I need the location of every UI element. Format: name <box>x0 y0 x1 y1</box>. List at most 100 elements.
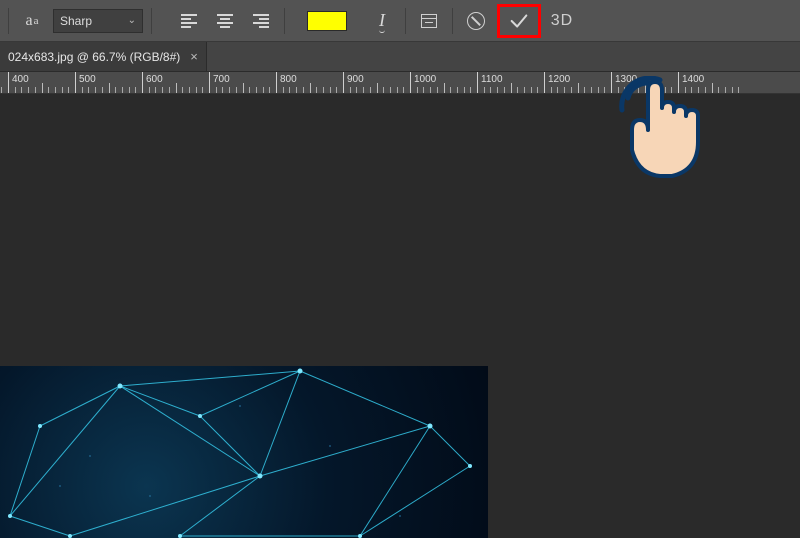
text-color-swatch[interactable] <box>307 11 347 31</box>
ruler-tick-minor <box>430 87 431 93</box>
ruler-tick-label: 400 <box>12 74 29 85</box>
ruler-tick-minor <box>691 87 692 93</box>
ruler-tick-minor <box>115 87 116 93</box>
horizontal-ruler[interactable]: 3004005006007008009001000110012001300140… <box>0 72 800 93</box>
ruler-tick-minor <box>336 87 337 93</box>
chevron-down-icon: ⌄ <box>128 15 136 26</box>
ruler-tick-minor <box>15 87 16 93</box>
ruler-tick-minor <box>450 87 451 93</box>
ruler-tick-minor <box>55 87 56 93</box>
ruler-tick-minor <box>82 87 83 93</box>
ruler-tick-minor <box>249 87 250 93</box>
warp-text-button[interactable]: I <box>367 8 397 34</box>
document-tab-bar: 024x683.jpg @ 66.7% (RGB/8#) × <box>0 42 800 72</box>
ruler-tick-minor <box>651 87 652 93</box>
ruler-tick-mid <box>377 83 378 93</box>
ruler-tick-minor <box>417 87 418 93</box>
ruler-tick-label: 1200 <box>548 74 570 85</box>
3d-button[interactable]: 3D <box>547 8 577 34</box>
ruler-tick-mid <box>310 83 311 93</box>
ruler-tick-minor <box>303 87 304 93</box>
document-tab[interactable]: 024x683.jpg @ 66.7% (RGB/8#) × <box>0 42 207 71</box>
ruler-tick-major <box>209 72 210 93</box>
ruler-tick-minor <box>189 87 190 93</box>
ruler-tick-minor <box>296 87 297 93</box>
ruler-tick-minor <box>531 87 532 93</box>
character-panel-button[interactable] <box>414 8 444 34</box>
align-center-button[interactable] <box>210 8 240 34</box>
ruler-tick-minor <box>88 87 89 93</box>
ruler-tick-minor <box>658 87 659 93</box>
ruler-tick-minor <box>330 87 331 93</box>
ruler-tick-minor <box>222 87 223 93</box>
ruler-tick-minor <box>1 87 2 93</box>
ruler-tick-minor <box>390 87 391 93</box>
ruler-tick-minor <box>229 87 230 93</box>
ruler-tick-mid <box>712 83 713 93</box>
ruler-tick-minor <box>470 87 471 93</box>
ruler-tick-major <box>544 72 545 93</box>
ruler-tick-minor <box>504 87 505 93</box>
warp-text-icon: I <box>379 10 385 31</box>
ruler-tick-minor <box>685 87 686 93</box>
ruler-tick-minor <box>524 87 525 93</box>
ruler-tick-minor <box>725 87 726 93</box>
ruler-tick-minor <box>169 87 170 93</box>
ruler-tick-minor <box>370 87 371 93</box>
ruler-tick-minor <box>62 87 63 93</box>
ruler-tick-major <box>8 72 9 93</box>
ruler-tick-minor <box>236 87 237 93</box>
ruler-tick-minor <box>718 87 719 93</box>
cancel-icon <box>467 12 485 30</box>
ruler-tick-minor <box>122 87 123 93</box>
align-left-button[interactable] <box>174 8 204 34</box>
align-left-icon <box>181 14 197 28</box>
cancel-button[interactable] <box>461 8 491 34</box>
ruler-tick-major <box>477 72 478 93</box>
antialias-select[interactable]: Sharp ⌄ <box>53 9 143 33</box>
ruler-tick-minor <box>256 87 257 93</box>
ruler-tick-label: 700 <box>213 74 230 85</box>
character-panel-icon <box>421 14 437 28</box>
ruler-tick-minor <box>48 87 49 93</box>
ruler-tick-minor <box>457 87 458 93</box>
ruler-tick-major <box>276 72 277 93</box>
ruler-tick-minor <box>323 87 324 93</box>
ruler-tick-label: 800 <box>280 74 297 85</box>
check-icon <box>508 10 530 32</box>
ruler-tick-minor <box>149 87 150 93</box>
ruler-tick-minor <box>591 87 592 93</box>
ruler-tick-label: 1300 <box>615 74 637 85</box>
align-right-button[interactable] <box>246 8 276 34</box>
ruler-tick-minor <box>497 87 498 93</box>
ruler-tick-mid <box>109 83 110 93</box>
ruler-tick-minor <box>557 87 558 93</box>
ruler-tick-minor <box>638 87 639 93</box>
ruler-tick-minor <box>584 87 585 93</box>
text-options-toolbar: aa Sharp ⌄ I <box>0 0 800 42</box>
ruler-tick-mid <box>176 83 177 93</box>
toolbar-divider <box>284 8 285 34</box>
ruler-tick-minor <box>35 87 36 93</box>
ruler-tick-minor <box>618 87 619 93</box>
ruler-tick-minor <box>698 87 699 93</box>
ruler-tick-minor <box>551 87 552 93</box>
ruler-tick-minor <box>517 87 518 93</box>
ruler-tick-minor <box>732 87 733 93</box>
commit-button[interactable] <box>500 7 538 35</box>
ruler-tick-minor <box>135 87 136 93</box>
canvas-area[interactable] <box>0 94 800 538</box>
ruler-tick-minor <box>155 87 156 93</box>
ruler-tick-minor <box>604 87 605 93</box>
ruler-tick-major <box>611 72 612 93</box>
ruler-tick-minor <box>283 87 284 93</box>
ruler-tick-major <box>410 72 411 93</box>
ruler-tick-minor <box>316 87 317 93</box>
ruler-tick-mid <box>243 83 244 93</box>
align-center-icon <box>217 14 233 28</box>
ruler-tick-minor <box>196 87 197 93</box>
antialias-value: Sharp <box>60 14 92 28</box>
close-icon[interactable]: × <box>190 49 198 64</box>
ruler-tick-major <box>75 72 76 93</box>
toggle-text-size-icon[interactable]: aa <box>17 8 47 34</box>
